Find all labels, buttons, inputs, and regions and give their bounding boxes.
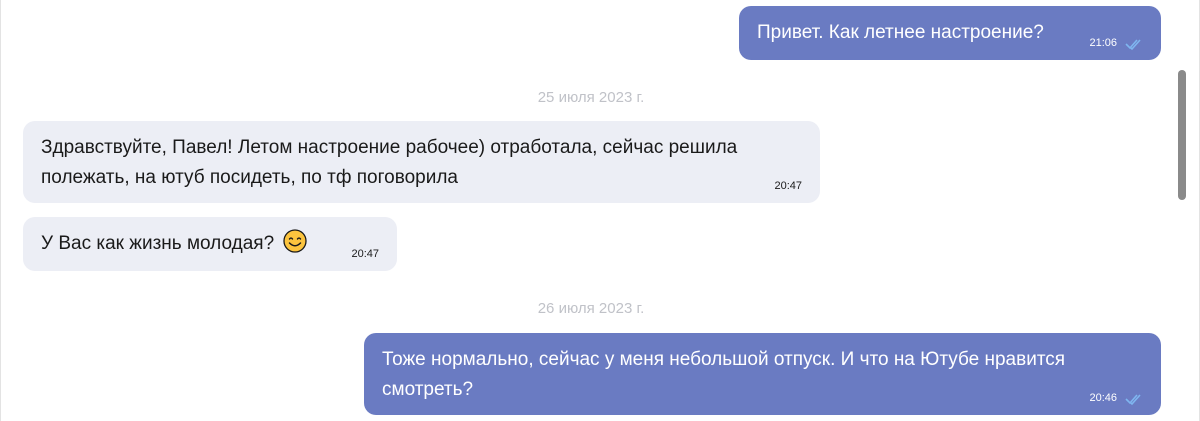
message-text-line: полежать, на ютуб посидеть, по тф погово… [41,167,458,188]
scrollbar-thumb[interactable] [1178,70,1186,200]
smiling-face-icon [283,229,308,253]
message-text-line: Тоже нормально, сейчас у меня небольшой … [382,349,1066,370]
message-text: Привет. Как летнее настроение? [757,22,1044,43]
incoming-message[interactable]: У Вас как жизнь молодая? 20:47 [23,217,397,271]
message-text-line: Здравствуйте, Павел! Летом настроение ра… [41,137,738,158]
double-check-icon [1125,39,1141,51]
message-time: 20:47 [351,248,379,260]
outgoing-message[interactable]: Привет. Как летнее настроение? 21:06 [739,6,1161,60]
double-check-icon [1125,394,1141,406]
outgoing-message[interactable]: Тоже нормально, сейчас у меня небольшой … [364,333,1161,415]
chat-window: Привет. Как летнее настроение? 21:06 25 … [0,0,1200,421]
message-time: 20:47 [774,180,802,192]
message-time: 21:06 [1089,37,1117,49]
scrollbar[interactable] [1173,0,1199,421]
message-text: У Вас как жизнь молодая? [41,233,275,254]
message-time: 20:46 [1089,392,1117,404]
message-text-line: смотреть? [382,379,474,400]
date-separator: 25 июля 2023 г. [537,89,645,106]
date-separator: 26 июля 2023 г. [537,300,645,317]
message-list[interactable]: Привет. Как летнее настроение? 21:06 25 … [1,0,1173,421]
incoming-message[interactable]: Здравствуйте, Павел! Летом настроение ра… [23,121,820,203]
